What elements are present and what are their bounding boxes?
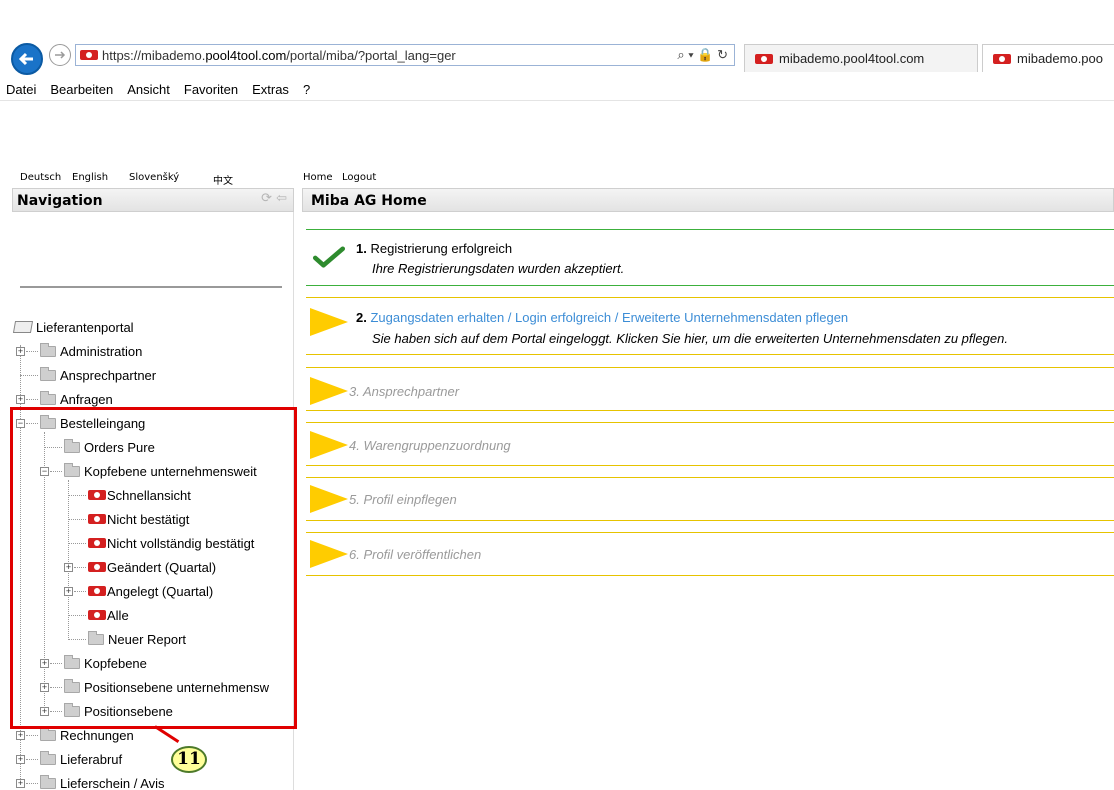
arrow-left-icon (18, 52, 33, 66)
arrow-right-icon (55, 51, 66, 59)
lang-deutsch[interactable]: Deutsch (20, 172, 61, 183)
address-bar[interactable]: https://mibademo.pool4tool.com/portal/mi… (75, 44, 735, 66)
main-header: Miba AG Home (302, 188, 1114, 212)
step-divider (306, 532, 1114, 533)
navigation-header: Navigation ⟳ ⇦ (12, 188, 294, 212)
step-badge: 11 (171, 746, 207, 773)
forward-button[interactable] (49, 44, 71, 66)
portal-icon (12, 321, 34, 333)
logout-link[interactable]: Logout (342, 172, 376, 183)
step-divider (306, 520, 1114, 521)
step-arrow-icon (310, 308, 348, 336)
checkmark-icon (312, 246, 346, 268)
folder-icon (40, 366, 56, 381)
lang-slovensky[interactable]: Slovenšký (129, 172, 179, 183)
step-divider (306, 367, 1114, 368)
menu-favoriten[interactable]: Favoriten (177, 80, 245, 100)
nav-separator (20, 286, 282, 288)
menu-bearbeiten[interactable]: Bearbeiten (43, 80, 120, 100)
step-arrow-icon (310, 540, 348, 568)
browser-tab-active[interactable]: mibademo.pool4tool.com (744, 44, 978, 72)
menu-help[interactable]: ? (296, 80, 317, 100)
url-text: https://mibademo.pool4tool.com/portal/mi… (102, 47, 456, 63)
step-divider (306, 477, 1114, 478)
step-4-title: 4. Warengruppenzuordnung (349, 438, 511, 453)
tree-item-lieferabruf[interactable]: Lieferabruf (40, 748, 122, 770)
expand-icon[interactable]: + (16, 347, 25, 356)
tree-item-lieferschein[interactable]: Lieferschein / Avis (40, 772, 165, 790)
step-divider (306, 297, 1114, 298)
expand-icon[interactable]: + (16, 755, 25, 764)
tree-item-administration[interactable]: Administration (40, 340, 142, 362)
back-button[interactable] (11, 43, 43, 75)
menu-bar: Datei Bearbeiten Ansicht Favoriten Extra… (0, 80, 1114, 100)
step-2-subtitle[interactable]: Sie haben sich auf dem Portal eingeloggt… (372, 331, 1008, 346)
address-tools[interactable]: ⌕ ▾ 🔒 ↻ (677, 47, 728, 63)
home-link[interactable]: Home (303, 172, 333, 183)
page-title: Miba AG Home (311, 193, 427, 209)
folder-icon (40, 342, 56, 357)
step-arrow-icon (310, 377, 348, 405)
step-3-title: 3. Ansprechpartner (349, 384, 460, 399)
highlight-box (10, 407, 297, 729)
lang-english[interactable]: English (72, 172, 108, 183)
step-divider (306, 229, 1114, 230)
site-favicon-icon (80, 50, 98, 60)
tab-favicon-icon (993, 53, 1011, 64)
tab-favicon-icon (755, 53, 773, 64)
step-divider (306, 465, 1114, 466)
chrome-divider (0, 100, 1114, 101)
menu-extras[interactable]: Extras (245, 80, 296, 100)
navigation-title: Navigation (17, 193, 103, 209)
step-2-title[interactable]: 2. Zugangsdaten erhalten / Login erfolgr… (356, 310, 848, 325)
nav-tools-icon[interactable]: ⟳ ⇦ (261, 191, 287, 206)
step-divider (306, 354, 1114, 355)
step-divider (306, 575, 1114, 576)
folder-icon (40, 774, 56, 789)
step-1-subtitle: Ihre Registrierungsdaten wurden akzeptie… (372, 261, 625, 276)
folder-icon (40, 390, 56, 405)
folder-icon (40, 726, 56, 741)
tab-label: mibademo.poo (1017, 51, 1103, 66)
step-divider (306, 285, 1114, 286)
language-bar: Deutsch English Slovenšký 中文 Home Logout (0, 172, 600, 187)
expand-icon[interactable]: + (16, 395, 25, 404)
folder-icon (40, 750, 56, 765)
step-divider (306, 410, 1114, 411)
step-divider (306, 422, 1114, 423)
step-1-title: 1. Registrierung erfolgreich (356, 241, 513, 256)
tree-item-ansprechpartner[interactable]: Ansprechpartner (40, 364, 156, 386)
step-6-title: 6. Profil veröffentlichen (349, 547, 482, 562)
step-arrow-icon (310, 431, 348, 459)
expand-icon[interactable]: + (16, 779, 25, 788)
step-arrow-icon (310, 485, 348, 513)
step-5-title: 5. Profil einpflegen (349, 492, 457, 507)
menu-datei[interactable]: Datei (0, 80, 43, 100)
browser-tab[interactable]: mibademo.poo (982, 44, 1114, 72)
tab-label: mibademo.pool4tool.com (779, 51, 925, 66)
lang-chinese[interactable]: 中文 (213, 172, 233, 187)
expand-icon[interactable]: + (16, 731, 25, 740)
tree-root[interactable]: Lieferantenportal (12, 316, 134, 338)
menu-ansicht[interactable]: Ansicht (120, 80, 177, 100)
